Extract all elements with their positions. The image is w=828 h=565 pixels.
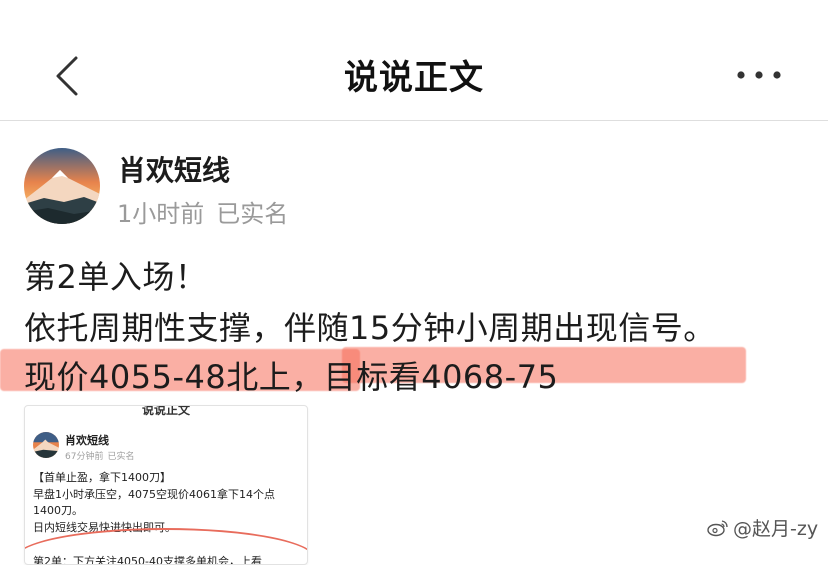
post-text-line: 第2单入场！: [24, 258, 208, 296]
post-text-line: 现价4055-48北上，目标看4068-75: [24, 358, 559, 396]
weibo-logo-icon: [707, 519, 728, 536]
author-name[interactable]: 肖欢短线: [118, 149, 230, 189]
post-text-line: 依托周期性支撑，伴随15分钟小周期出现信号。: [24, 309, 716, 347]
embedded-title: 说说正文: [141, 405, 190, 417]
top-nav-bar: 说说正文: [0, 0, 828, 121]
avatar[interactable]: [24, 148, 100, 224]
embedded-meta: 67分钟前 已实名: [65, 449, 134, 462]
embedded-text-line: 早盘1小时承压空，4075空现价4061拿下14个点: [33, 488, 275, 501]
embedded-time: 67分钟前: [65, 452, 104, 462]
post-time: 1小时前: [117, 200, 205, 228]
embedded-text-line: 1400刀。: [33, 504, 83, 517]
more-button[interactable]: [732, 60, 788, 90]
mountain-sunset-image: [24, 148, 100, 224]
more-dots-icon: [737, 71, 781, 79]
embedded-text-line: 第2单：下方关注4050-40支撑多单机会，上看: [33, 555, 262, 565]
post-meta: 1小时前 已实名: [117, 194, 288, 229]
page-title: 说说正文: [344, 58, 484, 98]
weibo-watermark: @赵月-zy: [707, 514, 818, 541]
embedded-screenshot-image[interactable]: 说说正文 肖欢短线 67分钟前 已实名 【首单止盈，拿下1400刀】 早盘1小时承…: [24, 405, 308, 565]
embedded-verified: 已实名: [107, 452, 135, 462]
verified-badge: 已实名: [216, 200, 289, 228]
embedded-text-line: 【首单止盈，拿下1400刀】: [33, 471, 171, 484]
embedded-avatar: [33, 432, 59, 458]
embedded-author-name: 肖欢短线: [65, 434, 109, 447]
watermark-text: @赵月-zy: [733, 518, 819, 540]
